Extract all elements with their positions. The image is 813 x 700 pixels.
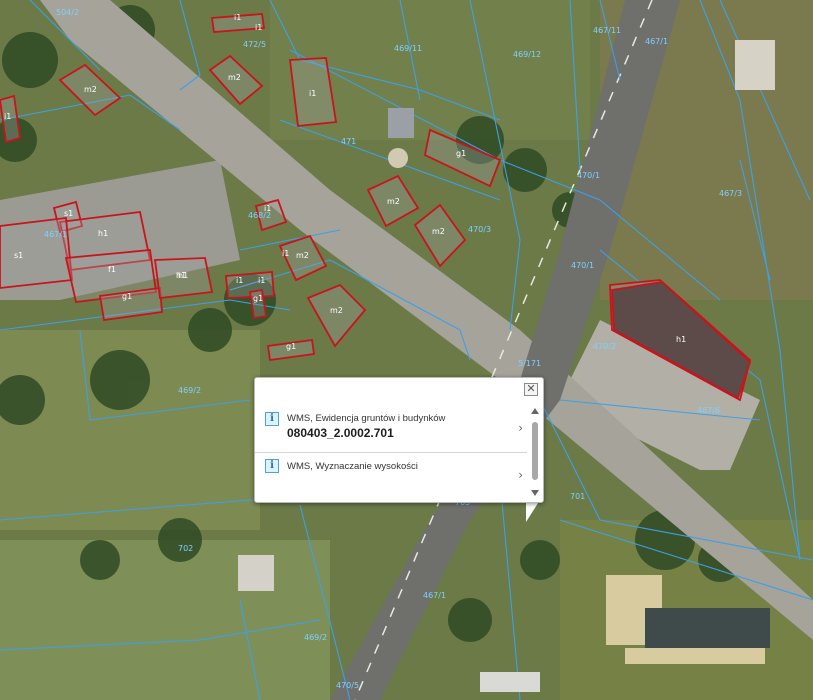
- building-label: m2: [387, 197, 400, 206]
- building-label: i1: [282, 249, 289, 258]
- building-label: i1: [255, 23, 262, 32]
- parcel-label: 470/2: [593, 342, 616, 351]
- building-label: m2: [228, 73, 241, 82]
- parcel-label: 470/1: [577, 171, 600, 180]
- building-label: g1: [122, 292, 132, 301]
- parcel-label: 469/2: [178, 386, 201, 395]
- building-label: m2: [84, 85, 97, 94]
- shed-roof: [238, 555, 274, 591]
- parcel-label: 470/3: [468, 225, 491, 234]
- popup-scrollbar[interactable]: [529, 406, 541, 498]
- parcel-label: 472/5: [243, 40, 266, 49]
- shed-roof: [388, 108, 414, 138]
- pond: [645, 608, 770, 648]
- close-icon[interactable]: ✕: [524, 383, 538, 396]
- popup-header: ✕: [255, 378, 543, 402]
- parcel-label: 504/2: [56, 8, 79, 17]
- scroll-up-icon[interactable]: [531, 408, 539, 414]
- building-label: g1: [286, 342, 296, 351]
- building-label: i1: [264, 204, 271, 213]
- parcel-label: 467/11: [593, 26, 621, 35]
- parcel-label: 5/171: [518, 359, 541, 368]
- info-icon: i: [265, 459, 279, 473]
- building-label: s1: [14, 251, 23, 260]
- building-label: m2: [330, 306, 343, 315]
- shed-roof: [480, 672, 540, 692]
- feature-info-popup: ✕ i WMS, Ewidencja gruntów i budynków 08…: [254, 377, 544, 503]
- parcel-label: 701: [570, 492, 585, 501]
- parcel-label: 469/11: [394, 44, 422, 53]
- building-label: i1: [4, 112, 11, 121]
- building-label: h1: [98, 229, 108, 238]
- info-icon: i: [265, 412, 279, 426]
- field-area: [0, 540, 330, 700]
- parcel-label: 469/12: [513, 50, 541, 59]
- building-label: i1: [234, 13, 241, 22]
- parcel-label: 467/1: [44, 230, 67, 239]
- parcel-label: 471: [341, 137, 356, 146]
- hay-bales: [625, 648, 765, 664]
- popup-item-wysokosci[interactable]: i WMS, Wyznaczanie wysokości ›: [255, 454, 527, 494]
- map-canvas[interactable]: 504/2 472/5 469/11 469/12 467/11 467/1 4…: [0, 0, 813, 700]
- scroll-down-icon[interactable]: [531, 490, 539, 496]
- parcel-label: 467/3: [719, 189, 742, 198]
- building-label: g1: [253, 294, 263, 303]
- building-label: m2: [296, 251, 309, 260]
- chevron-right-icon[interactable]: ›: [518, 468, 523, 482]
- building-label: i1: [258, 276, 265, 285]
- popup-pointer: [526, 500, 540, 522]
- silo: [388, 148, 408, 168]
- parcel-label: 467/1: [423, 591, 446, 600]
- parcel-label: 470/5: [336, 681, 359, 690]
- chevron-right-icon[interactable]: ›: [518, 421, 523, 435]
- parcel-id-value: 080403_2.0002.701: [287, 426, 394, 440]
- building-label: h1: [178, 271, 188, 280]
- parcel-label: 469/2: [304, 633, 327, 642]
- popup-item-title: WMS, Wyznaczanie wysokości: [287, 461, 418, 472]
- building-label: i1: [236, 276, 243, 285]
- popup-item-title: WMS, Ewidencja gruntów i budynków: [287, 413, 446, 424]
- parcel-label: 467/1: [645, 37, 668, 46]
- building-label: i1: [309, 89, 316, 98]
- popup-item-ewidencja[interactable]: i WMS, Ewidencja gruntów i budynków 0804…: [255, 406, 527, 453]
- building-label: f1: [108, 265, 116, 274]
- building-label: h1: [676, 335, 686, 344]
- building-label: s1: [64, 209, 73, 218]
- hay-bales: [735, 40, 775, 90]
- scroll-thumb[interactable]: [532, 422, 538, 480]
- parcel-label: 467/6: [697, 406, 720, 415]
- parcel-label: 470/1: [571, 261, 594, 270]
- parcel-label: 702: [178, 544, 193, 553]
- building-label: g1: [456, 149, 466, 158]
- building-label: m2: [432, 227, 445, 236]
